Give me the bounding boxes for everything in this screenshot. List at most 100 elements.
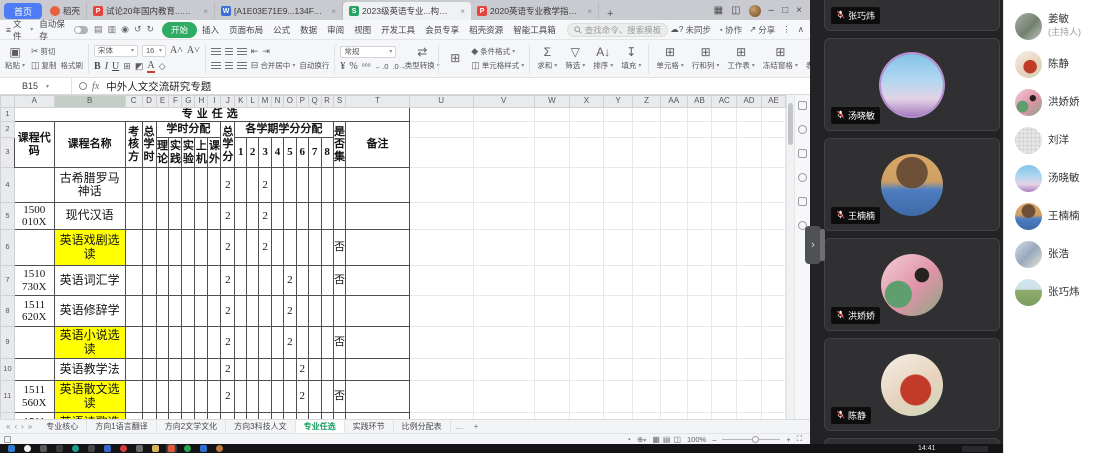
header-semester-4[interactable]: 4 [272,138,284,168]
row-header-5[interactable]: 5 [1,203,15,230]
participant-list-item[interactable]: 洪娇娇 [1004,84,1106,120]
sheet-tab-实践环节[interactable]: 实践环节 [345,420,394,433]
cell-empty[interactable] [156,230,169,266]
cell-semester-2[interactable] [247,359,259,381]
empty-cell[interactable] [570,381,604,413]
scrollbar-thumb[interactable] [788,103,793,145]
cell-remarks[interactable] [346,168,409,203]
indent-decrease-icon[interactable]: ⇤ [251,46,259,57]
empty-cell[interactable] [633,266,661,296]
minimize-button[interactable]: – [769,6,775,16]
cell-empty[interactable] [125,359,142,381]
conditional-format-button[interactable]: ◆条件格式▾ [471,46,524,57]
empty-cell[interactable] [761,230,785,266]
cell-empty[interactable] [125,230,142,266]
header-semester-1[interactable]: 1 [235,138,247,168]
header-hours-sub[interactable]: 理论 [156,138,169,168]
empty-cell[interactable] [534,230,570,266]
empty-cell[interactable] [633,168,661,203]
empty-cell[interactable] [737,359,762,381]
cell-course-name[interactable]: 英语散文选读 [54,381,125,413]
cell-empty[interactable] [142,203,156,230]
empty-cell[interactable] [570,230,604,266]
taskbar-app-icon[interactable] [184,445,191,452]
empty-cell[interactable] [737,108,762,122]
column-header-A[interactable]: A [14,96,54,108]
cell-semester-2[interactable] [247,168,259,203]
format-painter-button[interactable]: 格式刷 [61,60,84,71]
cell-course-name[interactable]: 古希腊罗马神话 [54,168,125,203]
cell-semester-5[interactable] [283,203,296,230]
cell-empty[interactable] [125,266,142,296]
empty-cell[interactable] [409,296,473,327]
header-semester-8[interactable]: 8 [321,138,333,168]
underline-button[interactable]: U [112,61,119,72]
fx-icon[interactable]: fx [92,81,99,92]
account-avatar[interactable] [749,5,761,17]
empty-cell[interactable] [603,108,633,122]
cell-remarks[interactable] [346,296,409,327]
page-layout-view-icon[interactable]: ▤ [663,435,671,444]
column-header-X[interactable]: X [570,96,604,108]
sheet-tab-专业任选[interactable]: 专业任选 [296,420,345,433]
empty-cell[interactable] [473,359,534,381]
header-hours-sub[interactable]: 实践 [169,138,182,168]
type-convert-button[interactable]: ⇄ 类型转换▾ [411,45,433,72]
empty-cell[interactable] [761,381,785,413]
align-center-icon[interactable] [225,62,233,70]
taskbar-app-icon[interactable] [104,445,111,452]
participant-list-item[interactable]: 王楠楠 [1004,198,1106,234]
cell-semester-6[interactable]: 2 [296,359,308,381]
empty-cell[interactable] [409,266,473,296]
participant-list-item[interactable]: 姜敏(主持人) [1004,8,1106,44]
empty-cell[interactable] [570,168,604,203]
cell-empty[interactable] [208,359,221,381]
column-header-Z[interactable]: Z [633,96,661,108]
column-header-L[interactable]: L [247,96,259,108]
cell-semester-7[interactable] [308,327,321,359]
empty-cell[interactable] [633,381,661,413]
empty-cell[interactable] [603,168,633,203]
empty-cell[interactable] [660,327,687,359]
empty-cell[interactable] [687,296,712,327]
cell-course-name[interactable]: 英语修辞学 [54,296,125,327]
empty-cell[interactable] [633,138,661,168]
header-semester-2[interactable]: 2 [247,138,259,168]
cell-empty[interactable] [182,381,195,413]
header-hours-sub[interactable]: 上机 [195,138,208,168]
cell-concentrated[interactable]: 否 [333,230,346,266]
cell-semester-3[interactable]: 2 [259,203,272,230]
empty-cell[interactable] [712,381,737,413]
cell-semester-1[interactable] [235,381,247,413]
empty-cell[interactable] [570,203,604,230]
cell-empty[interactable] [169,381,182,413]
empty-cell[interactable] [534,108,570,122]
table-title[interactable]: 专业任选 [14,108,409,122]
menu-tab-插入[interactable]: 插入 [197,22,224,38]
empty-cell[interactable] [633,230,661,266]
cell-empty[interactable] [125,296,142,327]
ribbon-行和列-button[interactable]: ⊞行和列▾ [690,45,722,72]
column-header-V[interactable]: V [473,96,534,108]
row-header-10[interactable]: 10 [1,359,15,381]
taskbar-app-icon[interactable] [88,445,95,452]
font-name-select[interactable]: 宋体▾ [94,45,138,57]
cell-empty[interactable] [182,230,195,266]
cell-semester-4[interactable] [272,296,284,327]
header-course-code[interactable]: 课程代码 [14,122,54,168]
vertical-scrollbar[interactable] [786,95,794,419]
cell-semester-1[interactable] [235,266,247,296]
empty-cell[interactable] [409,230,473,266]
participant-list-item[interactable]: 张浩 [1004,236,1106,272]
file-menu[interactable]: ≡ 文件 ▾ [6,18,33,42]
row-header-6[interactable]: 6 [1,230,15,266]
cell-empty[interactable] [208,203,221,230]
cell-semester-2[interactable] [247,266,259,296]
row-header-3[interactable]: 3 [1,138,15,168]
empty-cell[interactable] [633,327,661,359]
row-header-8[interactable]: 8 [1,296,15,327]
cell-semester-7[interactable] [308,381,321,413]
empty-cell[interactable] [633,203,661,230]
empty-cell[interactable] [660,108,687,122]
taskbar-app-icon[interactable] [152,445,159,452]
